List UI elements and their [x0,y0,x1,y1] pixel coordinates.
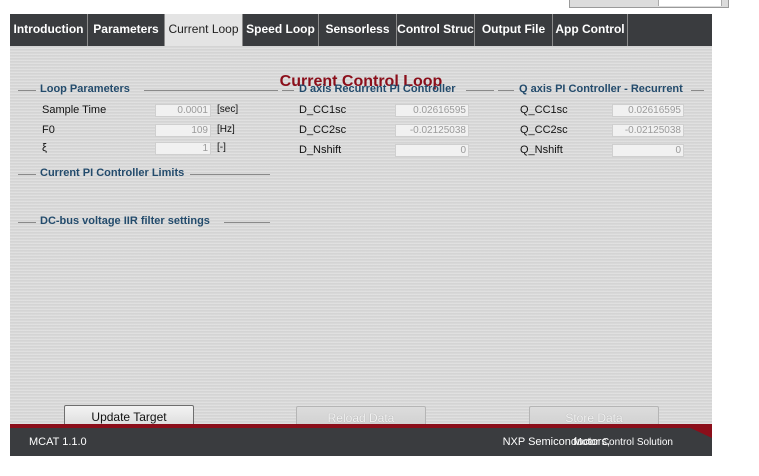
d-cc2sc-field[interactable]: -0.02125038 [395,124,469,137]
partial-field[interactable] [658,0,722,6]
d-cc1sc-field[interactable]: 0.02616595 [395,104,469,117]
d-cc2sc-label: D_CC2sc [299,124,347,136]
f0-unit: [Hz] [217,124,235,135]
group-line [466,90,494,91]
sample-time-unit: [sec] [217,104,239,115]
sample-time-field[interactable]: 0.0001 [155,104,211,117]
group-line [498,90,514,91]
dcbus-group: DC-bus voltage IIR filter settings [18,215,270,229]
tab-sensorless[interactable]: Sensorless [319,14,397,46]
sample-time-label: Sample Time [42,104,107,116]
limits-group: Current PI Controller Limits [18,167,270,181]
q-axis-group: Q axis PI Controller - Recurrent [498,83,704,97]
group-line [18,90,36,91]
tab-control-struc[interactable]: Control Struc [397,14,475,46]
f0-label: F0 [42,124,55,136]
group-line [691,90,704,91]
top-right-partial-control[interactable] [569,0,729,8]
loop-parameters-group: Loop Parameters [18,83,278,97]
d-axis-group: D axis Recurrent PI Controller [282,83,494,97]
loop-parameters-title: Loop Parameters [40,83,130,95]
status-footer: MCAT 1.1.0 NXP Semiconductors, Motor Con… [10,424,712,456]
xi-field[interactable]: 1 [155,142,211,155]
group-line [190,174,270,175]
version-label: MCAT 1.1.0 [29,436,87,448]
tab-speed-loop[interactable]: Speed Loop [243,14,319,46]
group-line [224,222,270,223]
group-line [18,222,36,223]
f0-field[interactable]: 109 [155,124,211,137]
tagline-label: Motor Control Solution [573,437,674,448]
footer-accent-corner [682,424,712,438]
d-nshift-field[interactable]: 0 [395,144,469,157]
q-cc2sc-field[interactable]: -0.02125038 [612,124,684,137]
d-cc1sc-label: D_CC1sc [299,104,347,116]
q-cc1sc-field[interactable]: 0.02616595 [612,104,684,117]
tab-introduction[interactable]: Introduction [10,14,88,46]
xi-label: ξ [42,142,47,154]
q-cc2sc-label: Q_CC2sc [520,124,568,136]
q-axis-title: Q axis PI Controller - Recurrent [519,83,683,95]
tab-output-file[interactable]: Output File [475,14,553,46]
q-nshift-field[interactable]: 0 [612,144,684,157]
d-nshift-label: D_Nshift [299,144,342,156]
tab-app-control[interactable]: App Control [553,14,628,46]
limits-title: Current PI Controller Limits [40,167,185,179]
q-cc1sc-label: Q_CC1sc [520,104,568,116]
group-line [18,174,36,175]
d-axis-title: D axis Recurrent PI Controller [299,83,456,95]
dcbus-title: DC-bus voltage IIR filter settings [40,215,210,227]
mcat-window: Introduction Parameters Current Loop Spe… [10,14,712,456]
group-line [282,90,294,91]
tab-current-loop[interactable]: Current Loop [165,14,243,46]
tab-strip: Introduction Parameters Current Loop Spe… [10,14,712,46]
q-nshift-label: Q_Nshift [520,144,563,156]
tab-parameters[interactable]: Parameters [88,14,165,46]
footer-accent-bar [10,424,712,428]
current-loop-panel: Current Control Loop Loop Parameters Sam… [10,46,712,431]
xi-unit: [-] [217,142,226,153]
group-line [144,90,278,91]
